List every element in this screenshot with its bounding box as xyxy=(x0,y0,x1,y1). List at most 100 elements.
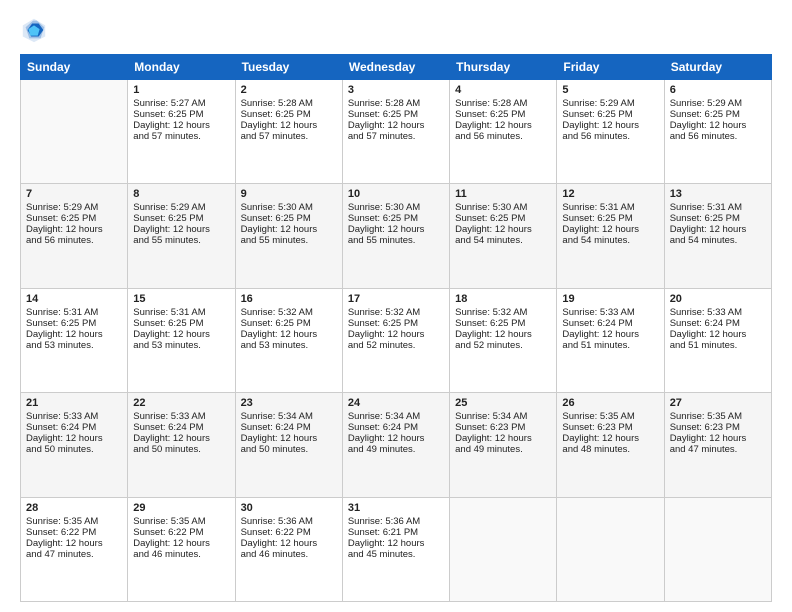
week-row-3: 14Sunrise: 5:31 AMSunset: 6:25 PMDayligh… xyxy=(21,288,772,392)
day-info: Daylight: 12 hours xyxy=(26,224,122,235)
day-number: 16 xyxy=(241,293,337,305)
day-info: Sunset: 6:23 PM xyxy=(455,422,551,433)
day-info: Sunset: 6:25 PM xyxy=(562,109,658,120)
day-number: 6 xyxy=(670,84,766,96)
day-info: and 55 minutes. xyxy=(133,235,229,246)
day-info: Sunset: 6:25 PM xyxy=(670,109,766,120)
day-info: Daylight: 12 hours xyxy=(348,329,444,340)
day-cell: 5Sunrise: 5:29 AMSunset: 6:25 PMDaylight… xyxy=(557,80,664,184)
day-cell: 15Sunrise: 5:31 AMSunset: 6:25 PMDayligh… xyxy=(128,288,235,392)
day-info: Daylight: 12 hours xyxy=(562,329,658,340)
day-info: Sunset: 6:25 PM xyxy=(241,213,337,224)
day-info: Daylight: 12 hours xyxy=(562,120,658,131)
day-info: and 55 minutes. xyxy=(241,235,337,246)
day-info: Sunrise: 5:32 AM xyxy=(348,307,444,318)
day-number: 28 xyxy=(26,502,122,514)
day-cell: 8Sunrise: 5:29 AMSunset: 6:25 PMDaylight… xyxy=(128,184,235,288)
day-cell xyxy=(664,497,771,601)
logo xyxy=(20,16,52,44)
day-info: Sunrise: 5:33 AM xyxy=(670,307,766,318)
day-info: Sunset: 6:25 PM xyxy=(241,109,337,120)
day-number: 8 xyxy=(133,188,229,200)
day-number: 21 xyxy=(26,397,122,409)
day-info: Daylight: 12 hours xyxy=(26,329,122,340)
day-cell: 26Sunrise: 5:35 AMSunset: 6:23 PMDayligh… xyxy=(557,393,664,497)
day-info: Daylight: 12 hours xyxy=(455,224,551,235)
col-header-friday: Friday xyxy=(557,55,664,80)
day-info: Daylight: 12 hours xyxy=(670,120,766,131)
day-info: Sunrise: 5:31 AM xyxy=(562,202,658,213)
day-cell: 21Sunrise: 5:33 AMSunset: 6:24 PMDayligh… xyxy=(21,393,128,497)
day-number: 20 xyxy=(670,293,766,305)
day-cell: 31Sunrise: 5:36 AMSunset: 6:21 PMDayligh… xyxy=(342,497,449,601)
day-info: Sunset: 6:24 PM xyxy=(241,422,337,433)
day-cell: 30Sunrise: 5:36 AMSunset: 6:22 PMDayligh… xyxy=(235,497,342,601)
day-number: 10 xyxy=(348,188,444,200)
day-number: 17 xyxy=(348,293,444,305)
day-number: 9 xyxy=(241,188,337,200)
day-info: Sunrise: 5:29 AM xyxy=(26,202,122,213)
day-info: Sunset: 6:25 PM xyxy=(455,213,551,224)
day-cell: 12Sunrise: 5:31 AMSunset: 6:25 PMDayligh… xyxy=(557,184,664,288)
day-cell: 14 Sunrise: 5:31 AMSunset: 6:25 PMDayligh… xyxy=(21,288,128,392)
day-number: 31 xyxy=(348,502,444,514)
week-row-5: 28Sunrise: 5:35 AMSunset: 6:22 PMDayligh… xyxy=(21,497,772,601)
day-cell: 29Sunrise: 5:35 AMSunset: 6:22 PMDayligh… xyxy=(128,497,235,601)
day-info: Daylight: 12 hours xyxy=(241,538,337,549)
day-info: Sunset: 6:21 PM xyxy=(348,527,444,538)
day-number: 18 xyxy=(455,293,551,305)
day-info: and 50 minutes. xyxy=(133,444,229,455)
day-info: and 53 minutes. xyxy=(26,340,122,351)
day-cell: 17 Sunrise: 5:32 AMSunset: 6:25 PMDayligh… xyxy=(342,288,449,392)
day-info: Sunset: 6:22 PM xyxy=(241,527,337,538)
day-info: Daylight: 12 hours xyxy=(348,120,444,131)
day-info: and 46 minutes. xyxy=(241,549,337,560)
day-info: and 57 minutes. xyxy=(241,131,337,142)
day-info: Sunrise: 5:28 AM xyxy=(348,98,444,109)
day-cell: 3Sunrise: 5:28 AMSunset: 6:25 PMDaylight… xyxy=(342,80,449,184)
day-number: 14 xyxy=(26,293,122,305)
day-info: Sunset: 6:25 PM xyxy=(26,318,122,329)
col-header-tuesday: Tuesday xyxy=(235,55,342,80)
day-cell: 1Sunrise: 5:27 AMSunset: 6:25 PMDaylight… xyxy=(128,80,235,184)
day-info: Sunrise: 5:36 AM xyxy=(348,516,444,527)
day-cell: 20Sunrise: 5:33 AMSunset: 6:24 PMDayligh… xyxy=(664,288,771,392)
day-info: Sunset: 6:22 PM xyxy=(26,527,122,538)
day-number: 3 xyxy=(348,84,444,96)
page: SundayMondayTuesdayWednesdayThursdayFrid… xyxy=(0,0,792,612)
day-info: Daylight: 12 hours xyxy=(670,224,766,235)
day-cell: 24Sunrise: 5:34 AMSunset: 6:24 PMDayligh… xyxy=(342,393,449,497)
day-info: and 49 minutes. xyxy=(455,444,551,455)
day-info: Sunrise: 5:31 AM xyxy=(26,307,122,318)
day-info: Daylight: 12 hours xyxy=(26,538,122,549)
day-number: 24 xyxy=(348,397,444,409)
week-row-2: 7Sunrise: 5:29 AMSunset: 6:25 PMDaylight… xyxy=(21,184,772,288)
day-cell: 11Sunrise: 5:30 AMSunset: 6:25 PMDayligh… xyxy=(450,184,557,288)
col-header-wednesday: Wednesday xyxy=(342,55,449,80)
day-info: Sunset: 6:25 PM xyxy=(133,318,229,329)
day-cell xyxy=(21,80,128,184)
day-info: Sunrise: 5:34 AM xyxy=(348,411,444,422)
day-info: Daylight: 12 hours xyxy=(241,224,337,235)
day-info: and 57 minutes. xyxy=(348,131,444,142)
day-info: and 49 minutes. xyxy=(348,444,444,455)
day-info: Sunset: 6:25 PM xyxy=(455,318,551,329)
day-info: Daylight: 12 hours xyxy=(562,224,658,235)
day-info: Sunrise: 5:31 AM xyxy=(670,202,766,213)
day-info: Sunset: 6:24 PM xyxy=(26,422,122,433)
day-info: Sunset: 6:25 PM xyxy=(348,318,444,329)
day-info: and 52 minutes. xyxy=(348,340,444,351)
day-number: 7 xyxy=(26,188,122,200)
day-info: Sunset: 6:23 PM xyxy=(562,422,658,433)
day-info: Sunrise: 5:29 AM xyxy=(133,202,229,213)
day-info: Sunrise: 5:29 AM xyxy=(670,98,766,109)
logo-icon xyxy=(20,16,48,44)
day-info: Sunrise: 5:28 AM xyxy=(455,98,551,109)
day-cell: 9Sunrise: 5:30 AMSunset: 6:25 PMDaylight… xyxy=(235,184,342,288)
day-number: 1 xyxy=(133,84,229,96)
day-info: Sunset: 6:25 PM xyxy=(455,109,551,120)
day-info: Sunrise: 5:29 AM xyxy=(562,98,658,109)
day-number: 22 xyxy=(133,397,229,409)
day-number: 12 xyxy=(562,188,658,200)
day-info: Daylight: 12 hours xyxy=(670,329,766,340)
